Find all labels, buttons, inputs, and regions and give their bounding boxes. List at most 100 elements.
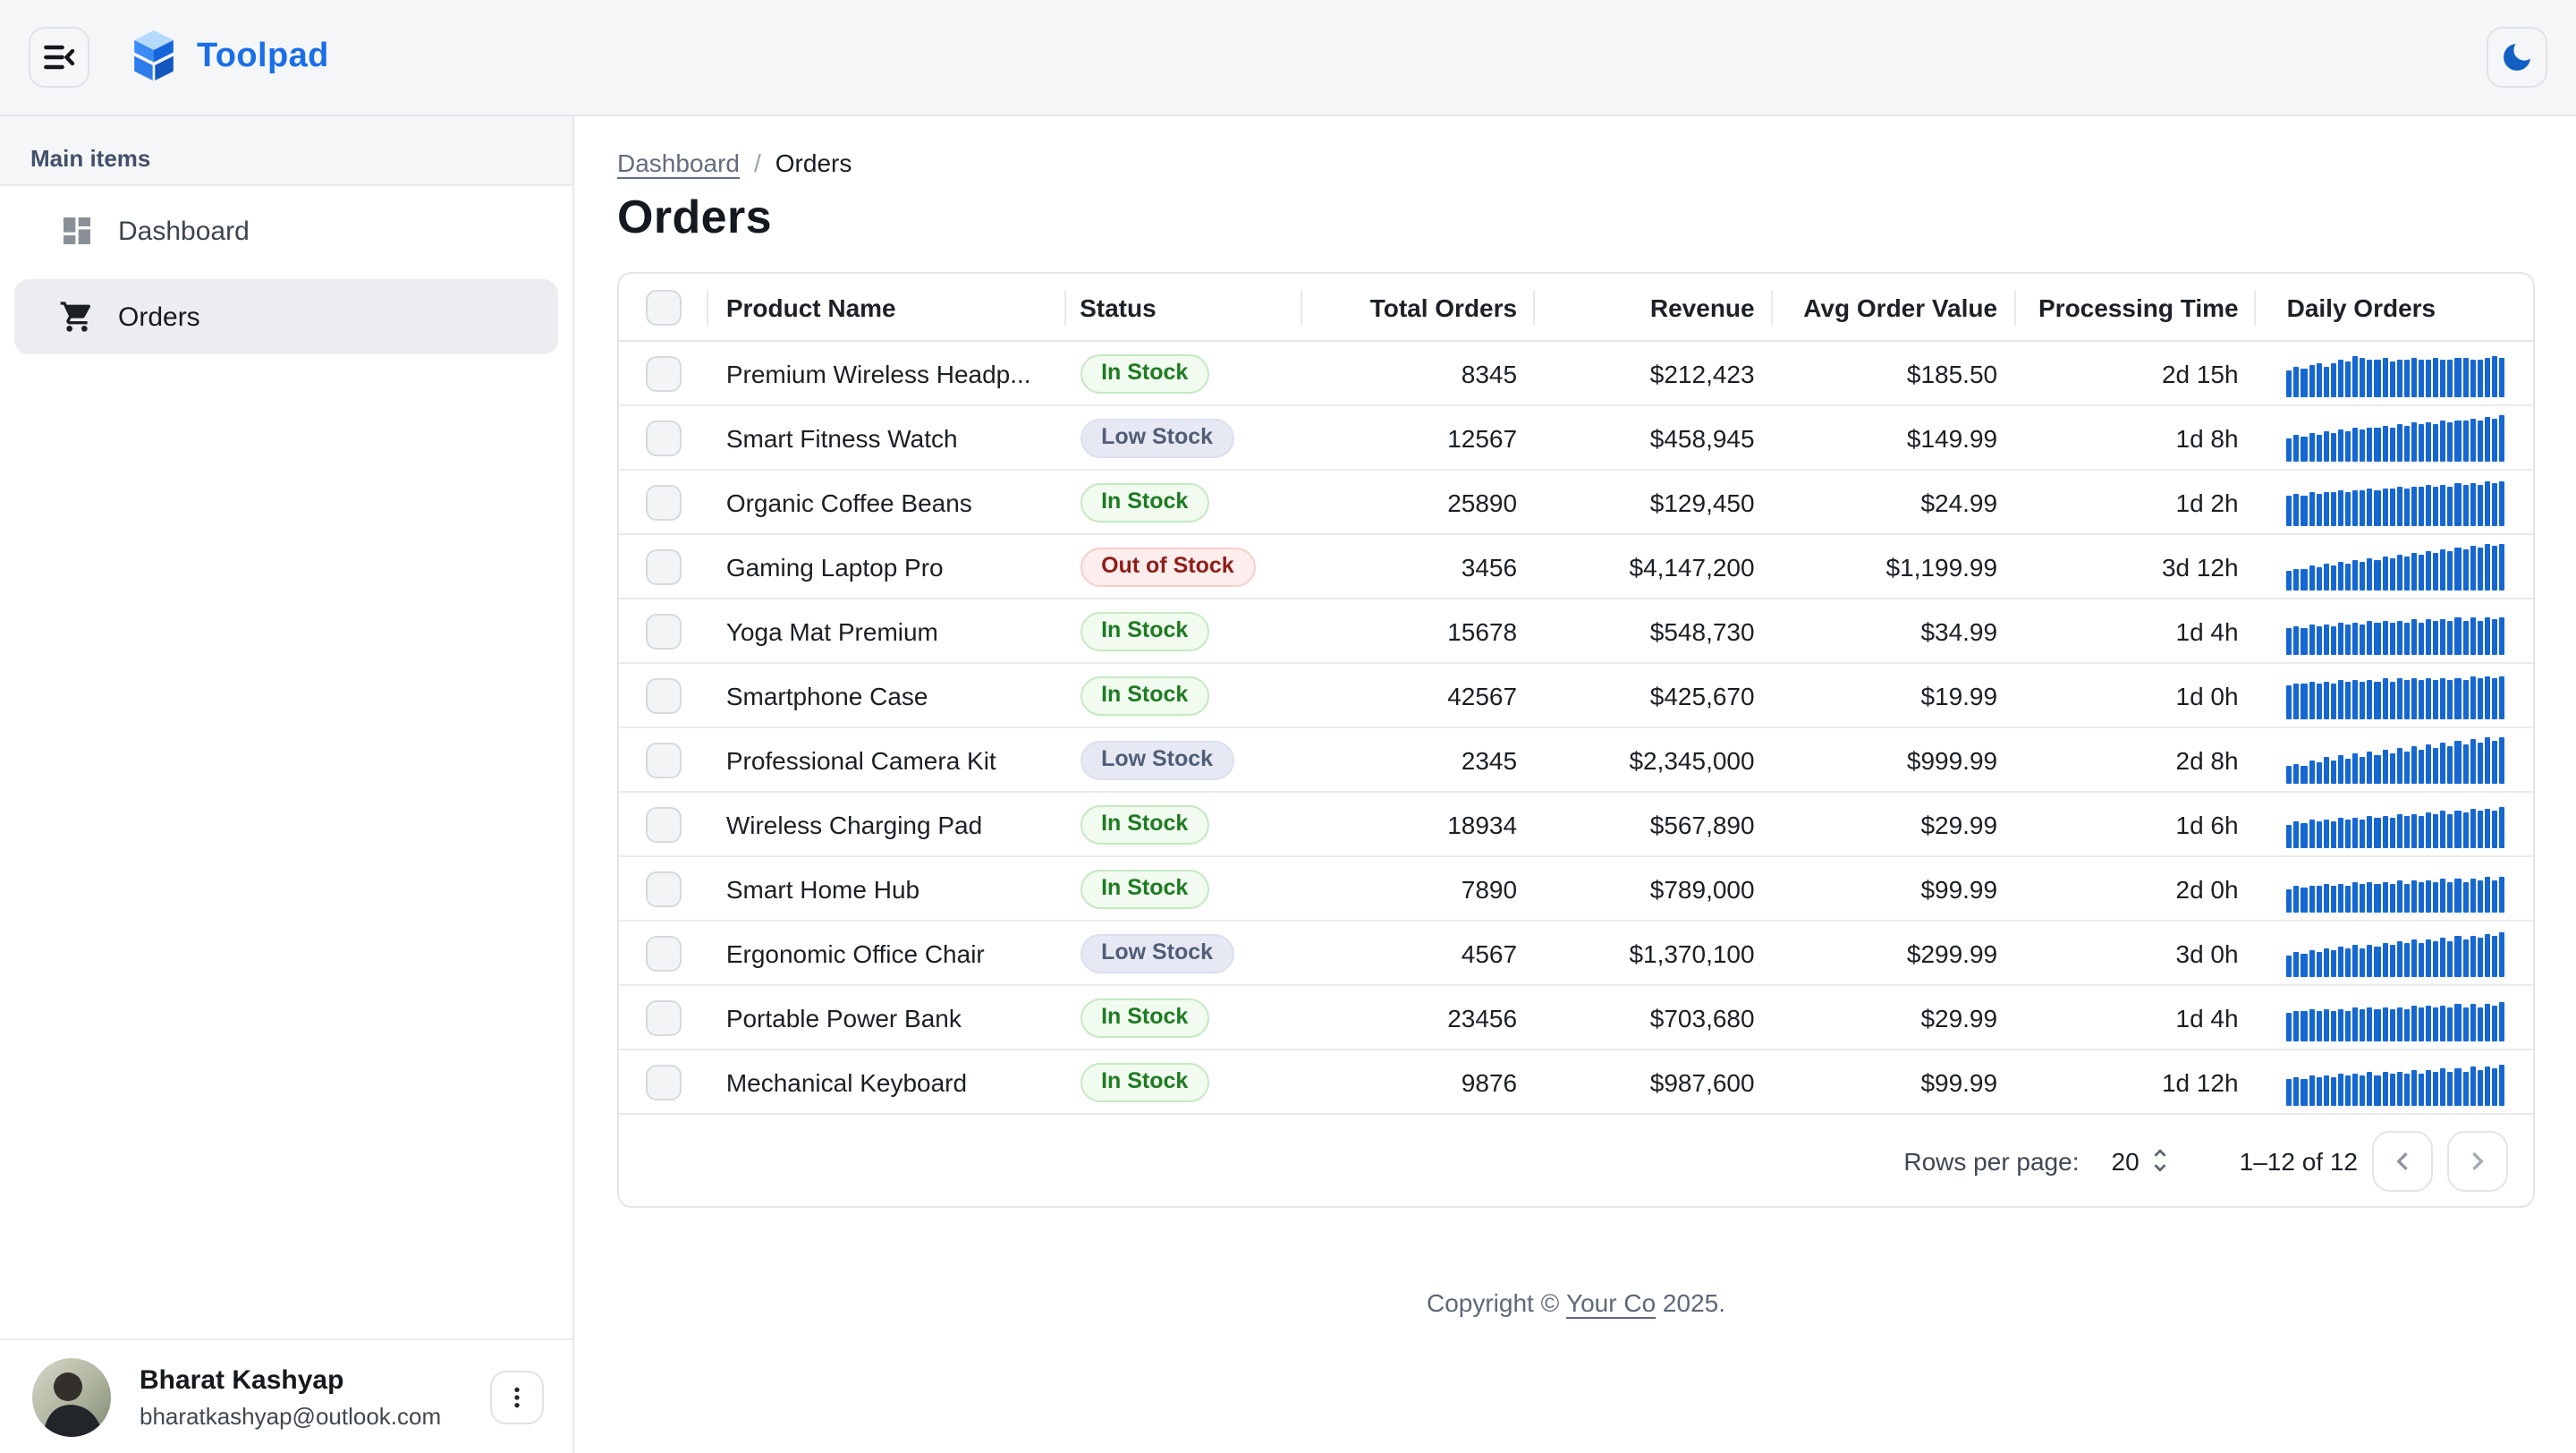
table-row[interactable]: Premium Wireless Headp...In Stock8345$21… bbox=[619, 342, 2533, 406]
sidebar-item-orders[interactable]: Orders bbox=[14, 279, 558, 354]
column-header-label: Status bbox=[1080, 293, 1157, 321]
table-row[interactable]: Gaming Laptop Pro Out of Stock 3456$4,147,… bbox=[619, 535, 2533, 599]
user-menu-button[interactable] bbox=[490, 1370, 544, 1423]
collapse-sidebar-button[interactable] bbox=[29, 27, 89, 88]
user-avatar bbox=[32, 1357, 111, 1436]
rows-per-page-select[interactable]: 20 bbox=[2080, 1145, 2175, 1176]
cell-checkbox bbox=[619, 986, 708, 1049]
cell-revenue: $425,670 bbox=[1535, 664, 1773, 726]
cell-avg-order-value: $299.99 bbox=[1773, 922, 2016, 984]
cell-daily-orders bbox=[2257, 342, 2533, 404]
row-checkbox[interactable] bbox=[646, 806, 682, 842]
table-row[interactable]: Organic Coffee BeansIn Stock25890$129,45… bbox=[619, 471, 2533, 535]
shopping-cart-icon bbox=[59, 299, 95, 335]
table-row[interactable]: Smart Fitness WatchLow Stock12567$458,94… bbox=[619, 406, 2533, 471]
table-row[interactable]: Smartphone CaseIn Stock42567$425,670$19.… bbox=[619, 664, 2533, 728]
column-header-label: Product Name bbox=[726, 293, 896, 321]
table-row[interactable]: Portable Power BankIn Stock23456$703,680… bbox=[619, 986, 2533, 1050]
row-checkbox[interactable] bbox=[646, 420, 682, 455]
row-checkbox[interactable] bbox=[646, 613, 682, 649]
daily-orders-sparkline bbox=[2287, 350, 2505, 396]
cell-revenue: $4,147,200 bbox=[1535, 535, 1773, 598]
user-name: Bharat Kashyap bbox=[140, 1363, 490, 1397]
cell-daily-orders bbox=[2257, 406, 2533, 469]
cell-status: In Stock bbox=[1065, 471, 1303, 533]
column-header-revenue[interactable]: Revenue bbox=[1535, 274, 1773, 340]
column-header-check bbox=[619, 274, 708, 340]
cell-processing-time: 1d 4h bbox=[2015, 986, 2257, 1049]
cell-total-orders: 25890 bbox=[1303, 471, 1536, 533]
cell-product-name: Premium Wireless Headp... bbox=[708, 342, 1065, 404]
table-row[interactable]: Ergonomic Office ChairLow Stock4567$1,37… bbox=[619, 922, 2533, 986]
cell-total-orders: 7890 bbox=[1303, 857, 1536, 920]
daily-orders-sparkline bbox=[2287, 1058, 2505, 1105]
pagination-range: 1–12 of 12 bbox=[2240, 1146, 2358, 1175]
theme-toggle-button[interactable] bbox=[2487, 27, 2547, 88]
moon-icon bbox=[2499, 39, 2535, 75]
column-header-product[interactable]: Product Name bbox=[708, 274, 1065, 340]
breadcrumb-link-dashboard[interactable]: Dashboard bbox=[617, 149, 740, 177]
status-badge: Out of Stock bbox=[1080, 547, 1256, 586]
cell-processing-time: 1d 12h bbox=[2015, 1050, 2257, 1113]
cell-processing-time: 2d 15h bbox=[2015, 342, 2257, 404]
cell-checkbox bbox=[619, 471, 708, 533]
column-header-label: Total Orders bbox=[1370, 293, 1517, 321]
status-badge: In Stock bbox=[1080, 353, 1209, 393]
sidebar-item-dashboard[interactable]: Dashboard bbox=[14, 193, 558, 268]
cell-revenue: $1,370,100 bbox=[1535, 922, 1773, 984]
cell-total-orders: 4567 bbox=[1303, 922, 1536, 984]
cell-revenue: $458,945 bbox=[1535, 406, 1773, 469]
sidebar-item-label: Dashboard bbox=[118, 216, 250, 246]
cell-total-orders: 8345 bbox=[1303, 342, 1536, 404]
cell-daily-orders bbox=[2257, 922, 2533, 984]
cell-revenue: $129,450 bbox=[1535, 471, 1773, 533]
row-checkbox[interactable] bbox=[646, 1064, 682, 1100]
cell-processing-time: 1d 6h bbox=[2015, 793, 2257, 855]
daily-orders-sparkline bbox=[2287, 479, 2505, 525]
cell-product-name: Wireless Charging Pad bbox=[708, 793, 1065, 855]
row-checkbox[interactable] bbox=[646, 935, 682, 971]
cell-product-name: Yoga Mat Premium bbox=[708, 599, 1065, 662]
row-checkbox[interactable] bbox=[646, 677, 682, 713]
cell-product-name: Ergonomic Office Chair bbox=[708, 922, 1065, 984]
row-checkbox[interactable] bbox=[646, 742, 682, 777]
footer-company-link[interactable]: Your Co bbox=[1566, 1288, 1656, 1317]
cell-total-orders: 3456 bbox=[1303, 535, 1536, 598]
user-email: bharatkashyap@outlook.com bbox=[140, 1400, 490, 1431]
column-header-aov[interactable]: Avg Order Value bbox=[1773, 274, 2016, 340]
status-badge: Low Stock bbox=[1080, 740, 1234, 779]
cell-status: Low Stock bbox=[1065, 406, 1303, 469]
table-row[interactable]: Wireless Charging PadIn Stock18934$567,8… bbox=[619, 793, 2533, 857]
table-row[interactable]: Smart Home HubIn Stock7890$789,000$99.99… bbox=[619, 857, 2533, 922]
cell-checkbox bbox=[619, 664, 708, 726]
cell-status: In Stock bbox=[1065, 599, 1303, 662]
column-header-label: Processing Time bbox=[2038, 293, 2239, 321]
brand[interactable]: Toolpad bbox=[129, 30, 329, 84]
next-page-button[interactable] bbox=[2447, 1130, 2508, 1191]
daily-orders-sparkline bbox=[2287, 930, 2505, 976]
column-header-ptime[interactable]: Processing Time bbox=[2015, 274, 2257, 340]
status-badge: In Stock bbox=[1080, 676, 1209, 715]
row-checkbox[interactable] bbox=[646, 999, 682, 1035]
row-checkbox[interactable] bbox=[646, 355, 682, 391]
column-header-total[interactable]: Total Orders bbox=[1303, 274, 1536, 340]
column-header-status[interactable]: Status bbox=[1065, 274, 1303, 340]
cell-checkbox bbox=[619, 1050, 708, 1113]
cell-processing-time: 1d 8h bbox=[2015, 406, 2257, 469]
page-title: Orders bbox=[617, 190, 2576, 245]
cell-daily-orders bbox=[2257, 1050, 2533, 1113]
row-checkbox[interactable] bbox=[646, 484, 682, 520]
cell-daily-orders bbox=[2257, 728, 2533, 791]
table-row[interactable]: Yoga Mat PremiumIn Stock15678$548,730$34… bbox=[619, 599, 2533, 664]
row-checkbox[interactable] bbox=[646, 548, 682, 584]
table-row[interactable]: Mechanical KeyboardIn Stock9876$987,600$… bbox=[619, 1050, 2533, 1115]
cell-avg-order-value: $99.99 bbox=[1773, 1050, 2016, 1113]
row-checkbox[interactable] bbox=[646, 871, 682, 906]
previous-page-button[interactable] bbox=[2372, 1130, 2433, 1191]
footer: Copyright © Your Co 2025. bbox=[617, 1288, 2535, 1317]
table-row[interactable]: Professional Camera KitLow Stock2345$2,3… bbox=[619, 728, 2533, 793]
cell-product-name: Gaming Laptop Pro bbox=[708, 535, 1065, 598]
column-header-daily[interactable]: Daily Orders bbox=[2257, 274, 2533, 340]
daily-orders-sparkline bbox=[2287, 672, 2505, 718]
select-all-checkbox[interactable] bbox=[646, 289, 682, 325]
